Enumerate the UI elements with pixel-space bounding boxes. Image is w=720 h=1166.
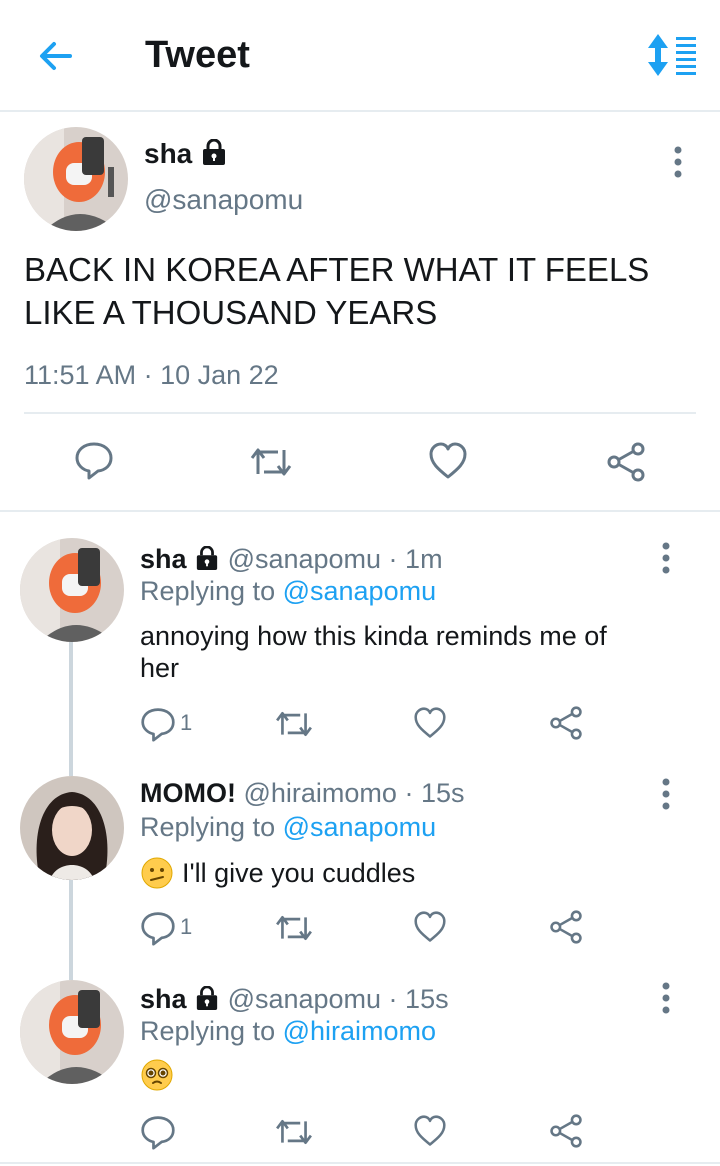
replying-to: Replying to @sanapomu (140, 812, 436, 843)
retweet-button[interactable] (273, 912, 315, 949)
share-button[interactable] (549, 910, 583, 949)
sort-button[interactable] (646, 34, 698, 76)
back-button[interactable] (34, 36, 78, 76)
reply-text: annoying how this kinda reminds me of he… (140, 620, 607, 684)
reply-meta: @hiraimomo · 15s (243, 778, 465, 808)
reply-text: I'll give you cuddles (140, 856, 415, 890)
tweet-text: BACK IN KOREA AFTER WHAT IT FEELS LIKE A… (24, 248, 649, 334)
more-vertical-icon (662, 542, 670, 574)
more-vertical-icon (662, 778, 670, 810)
share-icon (550, 1114, 582, 1148)
reply-author-name[interactable]: sha (140, 544, 187, 574)
like-button[interactable] (413, 1115, 447, 1152)
replying-to-handle[interactable]: @sanapomu (283, 576, 437, 606)
like-icon (414, 1115, 446, 1146)
reply-button[interactable] (140, 910, 176, 951)
reply-button[interactable] (140, 1114, 176, 1155)
avatar-photo (24, 127, 128, 231)
reply-meta: @sanapomu · 1m (227, 544, 443, 574)
more-options-button[interactable] (656, 776, 676, 812)
share-button[interactable] (549, 1114, 583, 1153)
more-options-button[interactable] (656, 540, 676, 576)
section-divider (0, 510, 720, 512)
replying-to-label: Replying to (140, 1016, 283, 1046)
reply-author-name[interactable]: MOMO! (140, 778, 236, 808)
like-button[interactable] (413, 707, 447, 744)
replying-to: Replying to @sanapomu (140, 576, 436, 607)
retweet-button[interactable] (273, 708, 315, 745)
replying-to-handle[interactable]: @sanapomu (283, 812, 437, 842)
author-handle[interactable]: @sanapomu (144, 184, 303, 216)
retweet-icon (250, 448, 292, 476)
share-button[interactable] (549, 706, 583, 745)
reply-count: 1 (180, 710, 193, 735)
lock-icon (196, 546, 218, 570)
section-divider (0, 1162, 720, 1164)
avatar-photo (20, 538, 124, 642)
confused-face-emoji (141, 857, 173, 889)
thread-line (69, 878, 73, 980)
more-vertical-icon (662, 982, 670, 1014)
divider (24, 412, 696, 414)
retweet-button[interactable] (248, 444, 294, 485)
tweet-timestamp[interactable]: 11:51 AM · 10 Jan 22 (24, 360, 279, 391)
lock-icon (203, 139, 226, 165)
retweet-icon (276, 916, 312, 940)
reply-text-line: her (140, 653, 180, 683)
avatar[interactable] (20, 538, 124, 642)
author-name[interactable]: sha (144, 138, 192, 169)
reply-icon (141, 912, 175, 946)
avatar-photo (20, 980, 124, 1084)
share-icon (550, 706, 582, 740)
sort-icon (648, 34, 696, 76)
like-icon (429, 442, 467, 479)
lock-icon (196, 986, 218, 1010)
replying-to-label: Replying to (140, 576, 283, 606)
avatar[interactable] (20, 980, 124, 1084)
like-icon (414, 707, 446, 738)
replying-to: Replying to @hiraimomo (140, 1016, 436, 1047)
more-options-button[interactable] (668, 144, 688, 180)
pleading-face-emoji (141, 1059, 173, 1091)
reply-text (140, 1058, 174, 1097)
share-icon (607, 442, 645, 482)
page-title: Tweet (145, 34, 250, 76)
more-vertical-icon (674, 146, 682, 178)
reply-count: 1 (180, 914, 193, 939)
reply-icon (141, 1116, 175, 1150)
reply-header: MOMO! @hiraimomo · 15s (140, 778, 464, 809)
thread-line (69, 642, 73, 776)
reply-icon (75, 442, 113, 480)
reply-text-line: I'll give you cuddles (182, 857, 416, 888)
share-icon (550, 910, 582, 944)
reply-button[interactable] (140, 706, 176, 747)
reply-header: sha @sanapomu · 1m (140, 544, 443, 575)
like-icon (414, 911, 446, 942)
avatar-photo (20, 776, 124, 880)
reply-text-line: annoying how this kinda reminds me of (140, 621, 607, 651)
reply-icon (141, 708, 175, 742)
reply-meta: @sanapomu · 15s (227, 984, 449, 1014)
tweet-text-line: LIKE A THOUSAND YEARS (24, 294, 438, 331)
retweet-icon (276, 1120, 312, 1144)
like-button[interactable] (428, 442, 468, 485)
replying-to-label: Replying to (140, 812, 283, 842)
share-button[interactable] (606, 442, 646, 487)
retweet-icon (276, 712, 312, 736)
back-arrow-icon (40, 42, 72, 70)
reply-author-name[interactable]: sha (140, 984, 187, 1014)
like-button[interactable] (413, 911, 447, 948)
replying-to-handle[interactable]: @hiraimomo (283, 1016, 436, 1046)
reply-button[interactable] (74, 440, 114, 485)
top-bar: Tweet (0, 0, 720, 112)
more-options-button[interactable] (656, 980, 676, 1016)
tweet-text-line: BACK IN KOREA AFTER WHAT IT FEELS (24, 251, 650, 288)
reply-header: sha @sanapomu · 15s (140, 984, 449, 1015)
avatar[interactable] (24, 127, 128, 231)
avatar[interactable] (20, 776, 124, 880)
retweet-button[interactable] (273, 1116, 315, 1153)
author-name-row: sha (144, 138, 228, 170)
